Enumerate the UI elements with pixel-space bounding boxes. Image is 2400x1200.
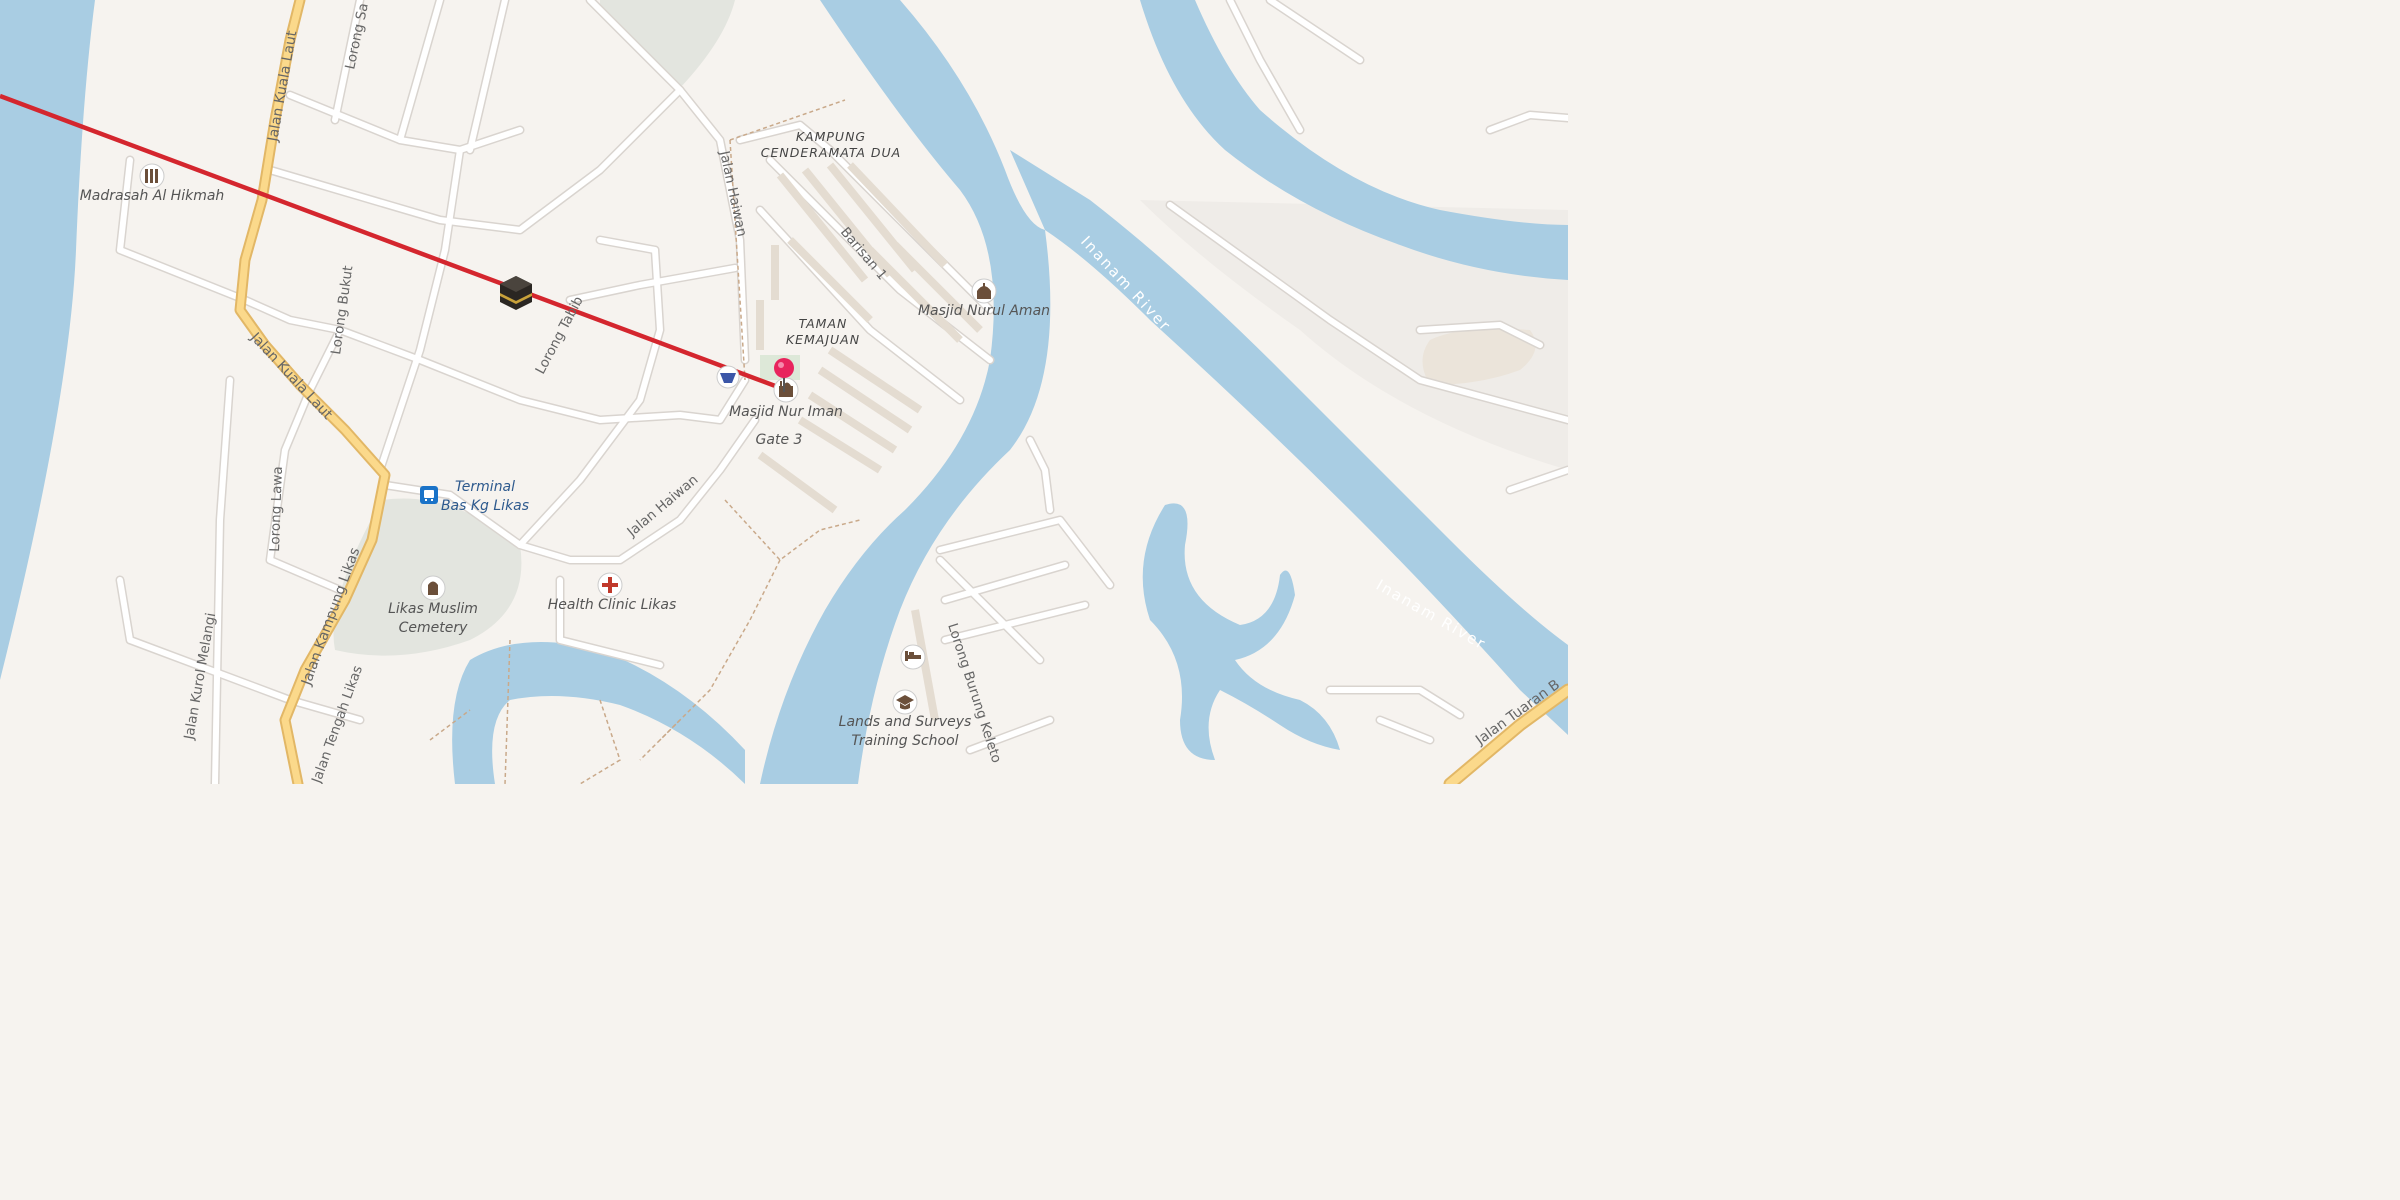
map-view[interactable]: Inanam River Inanam River Jalan Kuala La…	[0, 0, 1568, 784]
poi-label: Health Clinic Likas	[548, 597, 677, 613]
area-label: TAMAN	[799, 316, 848, 331]
area-label: KEMAJUAN	[786, 332, 860, 347]
transit-label: Bas Kg Likas	[441, 498, 529, 514]
shop-poi[interactable]	[716, 365, 740, 389]
poi-label: Training School	[851, 733, 958, 749]
gate-label: Gate 3	[756, 432, 803, 448]
poi-label: Cemetery	[399, 620, 468, 636]
area-label: CENDERAMATA DUA	[761, 145, 902, 160]
poi-label: Lands and Surveys	[839, 714, 972, 730]
school-building-icon	[145, 169, 158, 183]
area-label: KAMPUNG	[796, 129, 866, 144]
cemetery-icon	[428, 581, 438, 595]
lodging-poi[interactable]	[900, 644, 926, 670]
road-label: Lorong Lawa	[267, 466, 286, 552]
poi-label: Masjid Nur Iman	[729, 404, 843, 420]
poi-label: Madrasah Al Hikmah	[80, 188, 225, 204]
transit-label: Terminal	[455, 479, 515, 495]
poi-label: Masjid Nurul Aman	[918, 303, 1050, 319]
poi-label: Likas Muslim	[388, 601, 478, 617]
map-canvas[interactable]: Inanam River Inanam River Jalan Kuala La…	[0, 0, 1568, 784]
